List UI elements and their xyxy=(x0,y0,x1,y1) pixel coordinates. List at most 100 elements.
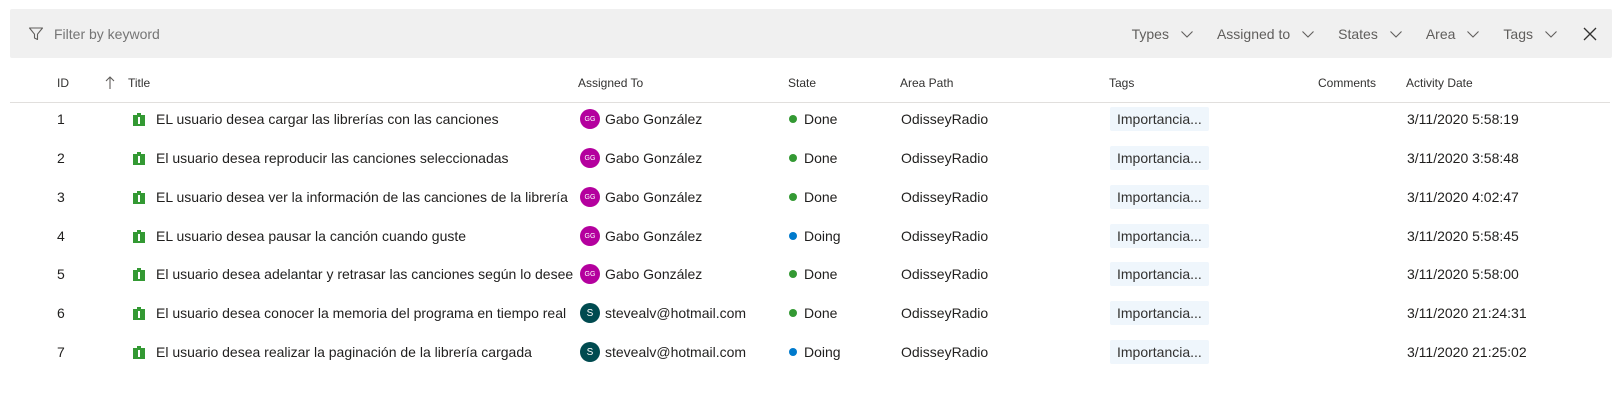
row-assigned-name: Gabo González xyxy=(605,228,703,244)
column-header-state[interactable]: State xyxy=(788,72,816,102)
user-story-icon xyxy=(133,267,145,281)
row-state: Doing xyxy=(789,332,841,372)
row-state-text: Done xyxy=(804,305,838,321)
avatar: S xyxy=(580,303,600,323)
area-dropdown[interactable]: Area xyxy=(1426,26,1481,42)
row-state: Done xyxy=(789,293,837,333)
tags-dropdown[interactable]: Tags xyxy=(1503,26,1558,42)
state-dot xyxy=(789,232,797,240)
row-tags: Importancia... xyxy=(1110,332,1209,372)
row-assigned-to: GG Gabo González xyxy=(580,177,702,217)
row-state: Done xyxy=(789,138,837,178)
row-title[interactable]: El usuario desea conocer la memoria del … xyxy=(133,293,566,333)
row-area-path: OdisseyRadio xyxy=(901,305,989,321)
column-header-title[interactable]: Title xyxy=(128,72,150,102)
table-row[interactable]: 2 El usuario desea reproducir las cancio… xyxy=(10,138,1610,178)
states-dropdown[interactable]: States xyxy=(1338,26,1403,42)
row-id: 7 xyxy=(57,344,65,360)
row-title[interactable]: EL usuario desea pausar la canción cuand… xyxy=(133,216,466,256)
row-assigned-to: S stevealv@hotmail.com xyxy=(580,332,746,372)
table-row[interactable]: 7 El usuario desea realizar la paginació… xyxy=(10,332,1610,372)
row-title[interactable]: EL usuario desea ver la información de l… xyxy=(133,177,568,217)
row-title-text[interactable]: El usuario desea adelantar y retrasar la… xyxy=(156,266,573,282)
row-assigned-name: stevealv@hotmail.com xyxy=(605,305,747,321)
row-activity-date: 3/11/2020 5:58:45 xyxy=(1407,228,1519,244)
tag-pill: Importancia... xyxy=(1110,262,1209,286)
state-dot xyxy=(789,154,797,162)
avatar: S xyxy=(580,342,600,362)
state-dot xyxy=(789,270,797,278)
row-tags: Importancia... xyxy=(1110,293,1209,333)
row-state-text: Done xyxy=(804,150,838,166)
user-story-icon xyxy=(133,112,145,126)
column-header-activity-date[interactable]: Activity Date xyxy=(1406,72,1473,102)
row-title-text[interactable]: El usuario desea realizar la paginación … xyxy=(156,344,532,360)
sort-ascending-icon[interactable] xyxy=(104,75,116,91)
user-story-icon xyxy=(133,151,145,165)
table-row[interactable]: 3 EL usuario desea ver la información de… xyxy=(10,177,1610,217)
filter-icon xyxy=(28,26,44,42)
row-id: 6 xyxy=(57,305,65,321)
user-story-icon xyxy=(133,229,145,243)
row-area-path: OdisseyRadio xyxy=(901,150,989,166)
close-icon[interactable] xyxy=(1582,26,1598,42)
row-title-text[interactable]: El usuario desea conocer la memoria del … xyxy=(156,305,566,321)
row-title[interactable]: El usuario desea realizar la paginación … xyxy=(133,332,532,372)
chevron-down-icon xyxy=(1301,27,1315,41)
row-state-text: Done xyxy=(804,189,838,205)
row-assigned-name: Gabo González xyxy=(605,266,703,282)
row-title-text[interactable]: EL usuario desea pausar la canción cuand… xyxy=(156,228,466,244)
row-state: Doing xyxy=(789,216,841,256)
column-header-comments[interactable]: Comments xyxy=(1318,72,1376,102)
row-assigned-name: Gabo González xyxy=(605,150,703,166)
row-id: 5 xyxy=(57,266,65,282)
row-id: 1 xyxy=(57,111,65,127)
column-header-id[interactable]: ID xyxy=(57,72,69,102)
avatar: GG xyxy=(580,264,600,284)
table-row[interactable]: 4 EL usuario desea pausar la canción cua… xyxy=(10,216,1610,256)
tags-dropdown-label: Tags xyxy=(1503,25,1533,42)
row-assigned-to: GG Gabo González xyxy=(580,138,702,178)
types-dropdown[interactable]: Types xyxy=(1132,26,1194,42)
filter-dropdowns: Types Assigned to States Area Tags xyxy=(1109,26,1598,42)
row-activity-date: 3/11/2020 5:58:19 xyxy=(1407,111,1519,127)
assigned-to-dropdown[interactable]: Assigned to xyxy=(1217,26,1315,42)
row-state-text: Doing xyxy=(804,228,841,244)
table-row[interactable]: 5 El usuario desea adelantar y retrasar … xyxy=(10,254,1610,294)
table-row[interactable]: 1 EL usuario desea cargar las librerías … xyxy=(10,99,1610,139)
work-items-page: Types Assigned to States Area Tags xyxy=(0,0,1622,403)
row-state: Done xyxy=(789,254,837,294)
row-activity-date: 3/11/2020 21:24:31 xyxy=(1407,305,1527,321)
chevron-down-icon xyxy=(1180,27,1194,41)
tag-pill: Importancia... xyxy=(1110,340,1209,364)
row-title[interactable]: EL usuario desea cargar las librerías co… xyxy=(133,99,499,139)
row-id: 2 xyxy=(57,150,65,166)
column-header-assigned-to[interactable]: Assigned To xyxy=(578,72,643,102)
chevron-down-icon xyxy=(1544,27,1558,41)
state-dot xyxy=(789,115,797,123)
row-assigned-to: GG Gabo González xyxy=(580,216,702,256)
row-state-text: Doing xyxy=(804,344,841,360)
row-title-text[interactable]: EL usuario desea cargar las librerías co… xyxy=(156,111,499,127)
row-tags: Importancia... xyxy=(1110,177,1209,217)
row-area-path: OdisseyRadio xyxy=(901,266,989,282)
table-row[interactable]: 6 El usuario desea conocer la memoria de… xyxy=(10,293,1610,333)
row-title-text[interactable]: EL usuario desea ver la información de l… xyxy=(156,189,568,205)
filter-keyword-input[interactable] xyxy=(54,25,1109,42)
row-assigned-name: Gabo González xyxy=(605,189,703,205)
row-title[interactable]: El usuario desea reproducir las cancione… xyxy=(133,138,509,178)
row-state: Done xyxy=(789,177,837,217)
filter-bar: Types Assigned to States Area Tags xyxy=(10,9,1612,58)
column-header-area-path[interactable]: Area Path xyxy=(900,72,953,102)
column-header-tags[interactable]: Tags xyxy=(1109,72,1134,102)
row-activity-date: 3/11/2020 5:58:00 xyxy=(1407,266,1519,282)
row-title-text[interactable]: El usuario desea reproducir las cancione… xyxy=(156,150,509,166)
row-state-text: Done xyxy=(804,111,838,127)
row-title[interactable]: El usuario desea adelantar y retrasar la… xyxy=(133,254,573,294)
tag-pill: Importancia... xyxy=(1110,185,1209,209)
row-area-path: OdisseyRadio xyxy=(901,344,989,360)
tag-pill: Importancia... xyxy=(1110,107,1209,131)
chevron-down-icon xyxy=(1466,27,1480,41)
row-tags: Importancia... xyxy=(1110,99,1209,139)
avatar: GG xyxy=(580,109,600,129)
